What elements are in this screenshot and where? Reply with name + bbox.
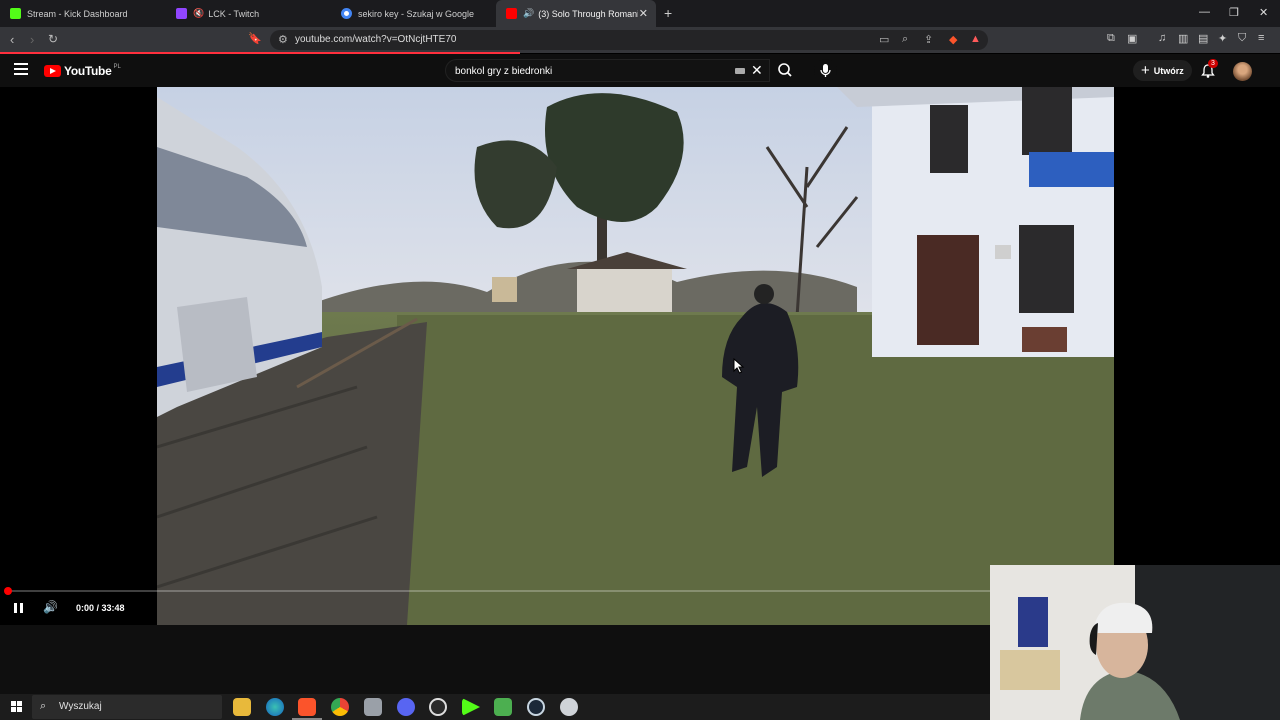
video-scene-image [157,87,1114,625]
generic-app-icon[interactable] [560,698,578,716]
video-frame[interactable] [157,87,1114,625]
restore-icon[interactable]: ❐ [1229,6,1239,19]
video-player[interactable]: 🔊 0:00 / 33:48 [0,87,1280,625]
browser-tab-bar: Stream - Kick Dashboard 🔇 LCK - Twitch s… [0,0,1280,27]
chrome-icon[interactable] [331,698,349,716]
twitch-icon [176,8,187,19]
tab-title: (3) Solo Through Romania's C [538,8,639,19]
browser-toolbar: ‹ › ↻ 🔖 ⚙ youtube.com/watch?v=OtNcjtHTE7… [0,27,1280,53]
brave-shields-icon[interactable]: ◆ [949,33,957,46]
windows-search-placeholder: Wyszukaj [59,701,102,712]
vpn-icon[interactable]: ⛉ [1238,32,1246,45]
video-scrubber-handle[interactable] [4,587,12,595]
search-query-text[interactable]: bonkol gry z biedronki [455,66,552,77]
address-bar[interactable]: ⚙ youtube.com/watch?v=OtNcjtHTE70 ▭ ⌕ ⇪ … [270,30,988,50]
obs-icon[interactable] [429,698,447,716]
video-time-display: 0:00 / 33:48 [76,603,125,613]
audio-playing-icon: 🔊 [523,8,535,18]
tab-twitch[interactable]: 🔇 LCK - Twitch [166,0,331,27]
app-icon[interactable] [364,698,382,716]
steam-icon[interactable] [527,698,545,716]
forward-icon[interactable]: › [30,32,34,47]
plus-icon: + [1141,62,1150,79]
search-input[interactable]: bonkol gry z biedronki ✕ [445,59,770,82]
kick-icon [10,8,21,19]
youtube-logo-text: YouTube [64,64,112,78]
back-icon[interactable]: ‹ [10,32,14,47]
cast-icon[interactable]: ▭ [879,33,889,46]
close-window-icon[interactable]: ✕ [1259,6,1268,19]
streamer-webcam-overlay [990,565,1280,720]
tab-title: LCK - Twitch [208,8,260,19]
url-text[interactable]: youtube.com/watch?v=OtNcjtHTE70 [295,34,456,45]
youtube-icon [506,8,517,19]
mouse-cursor-icon [733,358,745,374]
google-icon [341,8,352,19]
notifications-count-badge: 3 [1208,59,1218,68]
game-app-icon[interactable] [494,698,512,716]
youtube-header: YouTube PL bonkol gry z biedronki ✕ + Ut… [0,54,1280,87]
region-code: PL [113,64,121,70]
media-icon[interactable]: ♫ [1158,32,1166,44]
pause-icon-bar [20,603,23,613]
create-label: Utwórz [1153,65,1184,76]
windows-search-box[interactable]: ⌕ Wyszukaj [32,695,222,719]
discord-icon[interactable] [397,698,415,716]
tab-title: Stream - Kick Dashboard [27,8,128,19]
create-button[interactable]: + Utwórz [1133,60,1192,81]
search-icon [778,63,792,77]
edge-icon[interactable] [266,698,284,716]
user-avatar[interactable] [1233,62,1252,81]
close-tab-icon[interactable]: ✕ [639,7,648,20]
windows-start-icon[interactable] [11,701,23,713]
hamburger-menu-icon[interactable] [14,63,28,75]
tab-kick-dashboard[interactable]: Stream - Kick Dashboard [0,0,165,27]
pause-button[interactable] [12,601,26,615]
kick-app-icon[interactable] [462,698,480,716]
menu-icon[interactable]: ≡ [1258,32,1264,44]
clear-search-icon[interactable]: ✕ [751,62,763,79]
voice-search-button[interactable] [814,59,837,82]
sidebar-icon[interactable]: ▥ [1178,32,1188,45]
minimize-icon[interactable]: — [1199,6,1210,18]
new-tab-button[interactable]: + [664,5,672,21]
keyboard-icon[interactable] [735,68,745,74]
screenshot-icon[interactable]: ▣ [1127,32,1137,45]
site-info-icon[interactable]: ⚙ [278,33,288,46]
youtube-logo[interactable]: YouTube PL [44,64,121,78]
leo-ai-icon[interactable]: ✦ [1218,32,1227,45]
extensions-icon[interactable]: ⧉ [1107,32,1115,45]
brave-rewards-icon[interactable]: ▲ [970,33,981,45]
zoom-icon[interactable]: ⌕ [902,33,908,46]
bookmark-icon[interactable]: 🔖 [248,32,262,45]
youtube-play-icon [44,65,61,77]
tab-youtube-video[interactable]: 🔊 (3) Solo Through Romania's C ✕ [496,0,656,27]
pause-icon [14,603,17,613]
muted-icon: 🔇 [193,8,205,18]
microphone-icon [820,64,831,77]
brave-icon[interactable] [292,698,322,720]
tab-title: sekiro key - Szukaj w Google [358,8,475,19]
tab-google-search[interactable]: sekiro key - Szukaj w Google [331,0,496,27]
share-icon[interactable]: ⇪ [924,33,933,46]
webcam-image [990,565,1280,720]
volume-icon[interactable]: 🔊 [43,600,58,614]
search-icon: ⌕ [40,700,47,712]
search-button[interactable] [770,59,800,82]
file-explorer-icon[interactable] [233,698,251,716]
reload-icon[interactable]: ↻ [48,32,58,46]
wallet-icon[interactable]: ▤ [1198,32,1208,45]
windows-taskbar: ⌕ Wyszukaj [0,694,990,720]
